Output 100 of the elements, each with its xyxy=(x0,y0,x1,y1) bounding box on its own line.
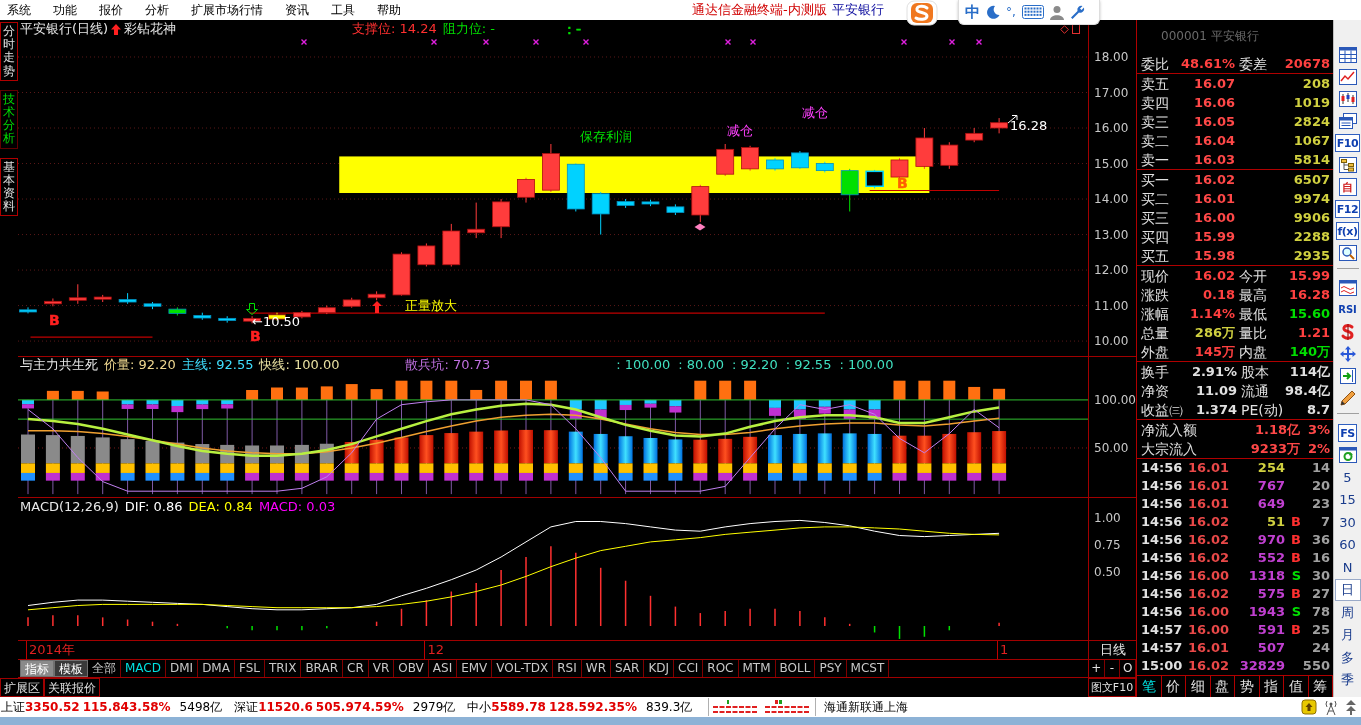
diamond-icon[interactable] xyxy=(1060,24,1069,34)
menu-item[interactable]: 系统 xyxy=(6,1,32,19)
quote-label: 外盘 xyxy=(1141,344,1170,359)
index-value: 3350.52 xyxy=(25,699,80,715)
up-arrow-icon xyxy=(111,23,122,35)
period-button[interactable]: 5 xyxy=(1334,466,1361,489)
double-arrow-icon[interactable] xyxy=(1345,699,1357,715)
tick-volume: 767 xyxy=(1256,478,1285,494)
period-button[interactable]: 季 xyxy=(1334,668,1361,691)
quote-value: 11.09 xyxy=(1194,384,1237,397)
tick-count: 14 xyxy=(1310,460,1330,476)
period-label: 日线 xyxy=(1099,642,1126,658)
index-percent: 2.35% xyxy=(595,699,637,715)
quote-volume: 208 xyxy=(1301,77,1330,90)
indicator-reading: : 92.20 xyxy=(731,357,778,373)
menu-item[interactable]: 资讯 xyxy=(284,1,310,19)
toolbar-button[interactable]: FS xyxy=(1338,424,1357,442)
wave-chart-icon[interactable] xyxy=(1336,279,1359,297)
tick-side: B xyxy=(1290,514,1301,530)
index-name: 中小 xyxy=(467,699,492,715)
toolbar-button[interactable]: 自 xyxy=(1338,178,1357,196)
toolbar-button[interactable]: RSI xyxy=(1338,299,1357,321)
table-icon[interactable] xyxy=(1336,46,1359,64)
quote-value: 2.91% xyxy=(1190,365,1237,378)
input-mode-toggle[interactable]: 中 xyxy=(965,3,980,21)
f10-button[interactable]: 图文F10 xyxy=(1088,678,1136,697)
quote-value: 145万 xyxy=(1193,345,1235,358)
menu-item[interactable]: 帮助 xyxy=(376,1,402,19)
server-name: 海通新联通上海 xyxy=(824,699,909,715)
punctuation-toggle[interactable]: °, xyxy=(1006,4,1016,20)
antenna-icon[interactable] xyxy=(1323,698,1339,716)
tick-side: S xyxy=(1290,604,1301,620)
indicator-tab[interactable]: 模板 xyxy=(54,660,88,677)
period-button[interactable]: 多 xyxy=(1334,646,1361,669)
period-button[interactable]: 60 xyxy=(1334,533,1361,556)
quote-price: 16.07 xyxy=(1192,77,1235,90)
tick-count: 550 xyxy=(1301,658,1330,674)
quote-label: 买一 xyxy=(1141,172,1170,187)
tick-volume: 1943 xyxy=(1247,604,1285,620)
moon-icon[interactable] xyxy=(986,5,1000,19)
side-tab[interactable]: 分时走势 xyxy=(0,22,18,81)
candlestick-icon[interactable] xyxy=(1336,90,1359,108)
tree-icon[interactable] xyxy=(1336,156,1359,174)
tick-count: 23 xyxy=(1310,496,1330,512)
quote-value: 0.18 xyxy=(1201,288,1235,301)
quote-volume: 6507 xyxy=(1292,173,1330,186)
toolbar-button[interactable]: f(x) xyxy=(1335,222,1360,240)
square-icon[interactable] xyxy=(1072,24,1080,34)
period-button[interactable]: 日 xyxy=(1334,578,1361,601)
refresh-icon[interactable] xyxy=(1336,446,1359,464)
period-button[interactable]: 30 xyxy=(1334,511,1361,534)
keyboard-icon[interactable] xyxy=(1021,5,1044,19)
quote-value: 1.374 xyxy=(1194,403,1237,416)
panel-tab[interactable]: 关联报价 xyxy=(44,678,100,697)
quote-label: 委比 xyxy=(1141,56,1170,71)
menu-item[interactable]: 扩展市场行情 xyxy=(190,1,264,19)
period-button[interactable]: 周 xyxy=(1334,601,1361,624)
tick-time: 14:56 xyxy=(1141,532,1181,548)
toolbar-button[interactable]: F10 xyxy=(1334,134,1361,152)
menu-item[interactable]: 报价 xyxy=(98,1,124,19)
tick-count: 27 xyxy=(1310,586,1330,602)
axis-label: 0.75 xyxy=(1094,539,1121,552)
index-name: 上证 xyxy=(1,699,25,715)
menu-item[interactable]: 分析 xyxy=(144,1,170,19)
quote-volume: 5814 xyxy=(1292,153,1330,166)
axis-label: 17.00 xyxy=(1094,86,1129,99)
side-tab[interactable]: 技术分析 xyxy=(0,89,18,149)
panel-tab[interactable]: 扩展区 xyxy=(0,678,44,697)
menu-item[interactable]: 工具 xyxy=(330,1,356,19)
quote-label: 今开 xyxy=(1238,268,1268,283)
tick-count: 20 xyxy=(1310,478,1330,494)
chart-button[interactable]: + xyxy=(1089,660,1105,677)
chart-button[interactable]: O xyxy=(1120,660,1136,677)
search-icon[interactable] xyxy=(1336,244,1359,262)
windows-icon[interactable] xyxy=(1336,112,1359,130)
side-tab[interactable]: 基本资料 xyxy=(0,157,18,217)
quote-label: 涨幅 xyxy=(1141,306,1170,321)
index-turnover: 2979亿 xyxy=(412,699,456,715)
logo-icon[interactable] xyxy=(906,0,938,26)
tick-time: 14:56 xyxy=(1141,604,1181,620)
quote-value: 98.4亿 xyxy=(1283,384,1330,397)
period-button[interactable]: 15 xyxy=(1334,488,1361,511)
tick-count: 7 xyxy=(1319,514,1330,530)
stock-name: 平安银行 xyxy=(831,2,884,18)
period-button[interactable]: N xyxy=(1334,556,1361,579)
line-chart-icon[interactable] xyxy=(1336,68,1359,86)
wrench-icon[interactable] xyxy=(1069,4,1085,20)
arrow-box-icon[interactable] xyxy=(1301,699,1317,715)
index-turnover: 839.3亿 xyxy=(645,699,693,715)
tick-time: 15:00 xyxy=(1141,658,1181,674)
quote-label: 内盘 xyxy=(1238,344,1268,359)
indicator-reading: : 80.00 xyxy=(678,357,724,373)
tick-volume: 32829 xyxy=(1238,658,1285,674)
menu-item[interactable]: 功能 xyxy=(52,1,78,19)
quote-value: 140万 xyxy=(1288,345,1330,358)
tick-price: 16.01 xyxy=(1186,496,1229,512)
toolbar-button[interactable]: F12 xyxy=(1334,200,1361,218)
quote-volume: 1067 xyxy=(1292,134,1330,147)
tick-side: B xyxy=(1290,532,1301,548)
period-button[interactable]: 月 xyxy=(1334,623,1361,646)
